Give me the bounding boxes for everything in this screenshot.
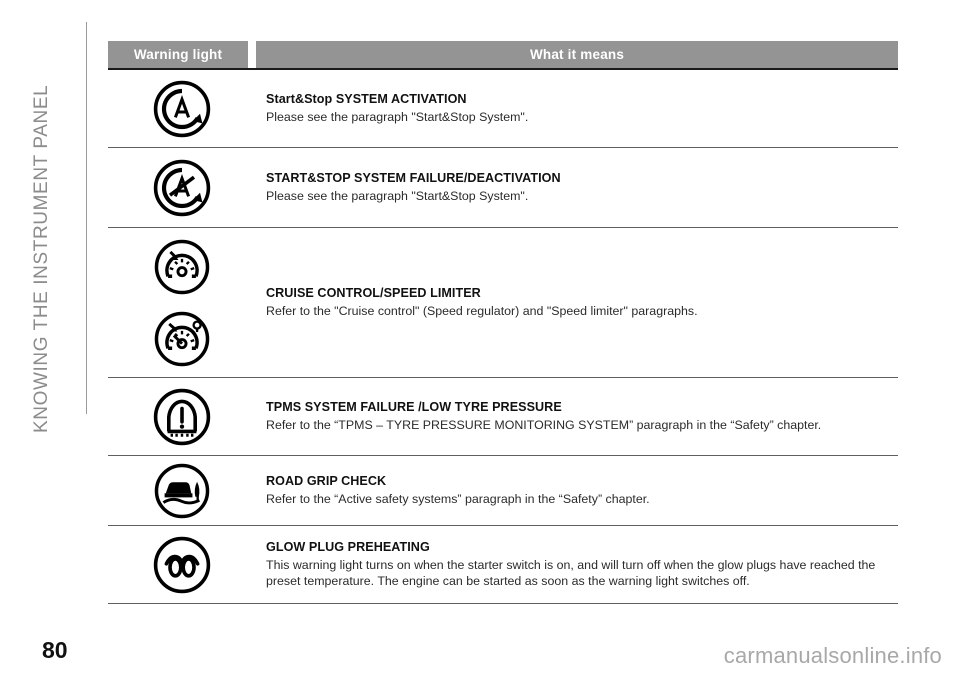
table-row: Start&Stop SYSTEM ACTIVATION Please see …	[108, 70, 898, 148]
description-title: GLOW PLUG PREHEATING	[266, 540, 430, 555]
description-body: Please see the paragraph "Start&Stop Sys…	[266, 189, 529, 204]
chapter-title: KNOWING THE INSTRUMENT PANEL	[31, 84, 52, 433]
warning-light-description-cell: CRUISE CONTROL/SPEED LIMITER Refer to th…	[256, 228, 898, 377]
warning-light-description-cell: Start&Stop SYSTEM ACTIVATION Please see …	[256, 70, 898, 147]
cruise-control-icon	[153, 238, 211, 296]
description-body: Refer to the “TPMS – TYRE PRESSURE MONIT…	[266, 418, 822, 433]
warning-light-icon-cell	[108, 228, 256, 377]
description-body: Refer to the "Cruise control" (Speed reg…	[266, 304, 698, 319]
warning-light-description-cell: TPMS SYSTEM FAILURE /LOW TYRE PRESSURE R…	[256, 378, 898, 455]
warning-light-icon-cell	[108, 526, 256, 603]
description-title: TPMS SYSTEM FAILURE /LOW TYRE PRESSURE	[266, 400, 562, 415]
description-title: ROAD GRIP CHECK	[266, 474, 387, 489]
table-row: TPMS SYSTEM FAILURE /LOW TYRE PRESSURE R…	[108, 378, 898, 456]
speed-limiter-icon	[153, 310, 211, 368]
warning-light-description-cell: GLOW PLUG PREHEATING This warning light …	[256, 526, 898, 603]
site-watermark: carmanualsonline.info	[723, 643, 942, 668]
column-header-what-it-means: What it means	[256, 41, 898, 68]
warning-light-description-cell: ROAD GRIP CHECK Refer to the “Active saf…	[256, 456, 898, 525]
table-header-row: Warning light What it means	[108, 41, 898, 68]
road-grip-check-icon	[153, 462, 211, 520]
description-body: Please see the paragraph "Start&Stop Sys…	[266, 110, 529, 125]
warning-light-description-cell: START&STOP SYSTEM FAILURE/DEACTIVATION P…	[256, 148, 898, 227]
column-header-warning-light: Warning light	[108, 41, 248, 68]
chapter-rail: KNOWING THE INSTRUMENT PANEL	[0, 0, 96, 678]
page-number: 80	[42, 637, 68, 663]
chapter-rule-divider	[86, 22, 87, 414]
description-body: Refer to the “Active safety systems” par…	[266, 492, 650, 507]
warning-light-icon-cell	[108, 456, 256, 525]
warning-light-icon-cell	[108, 148, 256, 227]
start-stop-failure-icon	[152, 158, 212, 218]
column-header-gap	[248, 41, 256, 68]
start-stop-activation-icon	[152, 79, 212, 139]
table-row: GLOW PLUG PREHEATING This warning light …	[108, 526, 898, 604]
description-title: START&STOP SYSTEM FAILURE/DEACTIVATION	[266, 171, 561, 186]
tpms-low-tyre-pressure-icon	[152, 387, 212, 447]
description-title: Start&Stop SYSTEM ACTIVATION	[266, 92, 467, 107]
description-title: CRUISE CONTROL/SPEED LIMITER	[266, 286, 481, 301]
warning-lights-table: Warning light What it means Start&Stop S…	[108, 41, 898, 604]
warning-light-icon-cell	[108, 378, 256, 455]
warning-light-icon-cell	[108, 70, 256, 147]
glow-plug-preheating-icon	[152, 535, 212, 595]
description-body: This warning light turns on when the sta…	[266, 557, 876, 589]
table-row: CRUISE CONTROL/SPEED LIMITER Refer to th…	[108, 228, 898, 378]
table-row: START&STOP SYSTEM FAILURE/DEACTIVATION P…	[108, 148, 898, 228]
table-row: ROAD GRIP CHECK Refer to the “Active saf…	[108, 456, 898, 526]
